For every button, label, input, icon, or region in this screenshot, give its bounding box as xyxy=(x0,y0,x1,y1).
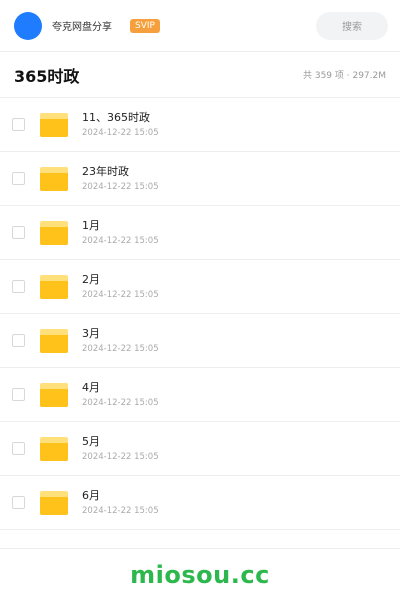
item-date: 2024-12-22 15:05 xyxy=(82,506,159,516)
item-name: 3月 xyxy=(82,327,100,340)
top-bar: 夸克网盘分享 SVIP 搜索 xyxy=(0,0,400,52)
item-name: 1月 xyxy=(82,219,100,232)
svip-badge: SVIP xyxy=(130,18,160,33)
folder-icon xyxy=(40,436,68,461)
folder-icon xyxy=(40,274,68,299)
item-name: 2月 xyxy=(82,273,100,286)
item-name: 11、365时政 xyxy=(82,111,150,124)
list-item[interactable]: 1月 2024-12-22 15:05 xyxy=(0,206,400,260)
file-list: 11、365时政 2024-12-22 15:05 23年时政 2024-12-… xyxy=(0,98,400,530)
select-checkbox[interactable] xyxy=(12,172,25,185)
list-item[interactable]: 3月 2024-12-22 15:05 xyxy=(0,314,400,368)
item-name: 23年时政 xyxy=(82,165,129,178)
list-item[interactable]: 6月 2024-12-22 15:05 xyxy=(0,476,400,530)
folder-icon xyxy=(40,220,68,245)
item-name: 4月 xyxy=(82,381,100,394)
item-date: 2024-12-22 15:05 xyxy=(82,236,159,246)
list-item[interactable]: 11、365时政 2024-12-22 15:05 xyxy=(0,98,400,152)
select-checkbox[interactable] xyxy=(12,226,25,239)
select-checkbox[interactable] xyxy=(12,496,25,509)
item-date: 2024-12-22 15:05 xyxy=(82,452,159,462)
avatar[interactable] xyxy=(14,11,42,40)
folder-summary: 共 359 项 · 297.2M xyxy=(302,71,386,81)
footer: miosou.cc xyxy=(0,548,400,600)
item-name: 5月 xyxy=(82,435,100,448)
search-input[interactable]: 搜索 xyxy=(316,11,388,40)
user-name: 夸克网盘分享 xyxy=(52,22,112,33)
select-checkbox[interactable] xyxy=(12,334,25,347)
folder-header: 365时政 共 359 项 · 297.2M xyxy=(0,52,400,98)
watermark-text: miosou.cc xyxy=(130,560,270,589)
select-checkbox[interactable] xyxy=(12,442,25,455)
item-date: 2024-12-22 15:05 xyxy=(82,344,159,354)
select-checkbox[interactable] xyxy=(12,280,25,293)
item-date: 2024-12-22 15:05 xyxy=(82,182,159,192)
folder-icon xyxy=(40,328,68,353)
folder-title: 365时政 xyxy=(14,66,80,86)
folder-icon xyxy=(40,112,68,137)
select-checkbox[interactable] xyxy=(12,118,25,131)
item-date: 2024-12-22 15:05 xyxy=(82,398,159,408)
item-name: 6月 xyxy=(82,489,100,502)
list-item[interactable]: 2月 2024-12-22 15:05 xyxy=(0,260,400,314)
list-item[interactable]: 5月 2024-12-22 15:05 xyxy=(0,422,400,476)
select-checkbox[interactable] xyxy=(12,388,25,401)
folder-icon xyxy=(40,382,68,407)
folder-icon xyxy=(40,166,68,191)
list-item[interactable]: 4月 2024-12-22 15:05 xyxy=(0,368,400,422)
folder-icon xyxy=(40,490,68,515)
item-date: 2024-12-22 15:05 xyxy=(82,128,159,138)
item-date: 2024-12-22 15:05 xyxy=(82,290,159,300)
list-item[interactable]: 23年时政 2024-12-22 15:05 xyxy=(0,152,400,206)
